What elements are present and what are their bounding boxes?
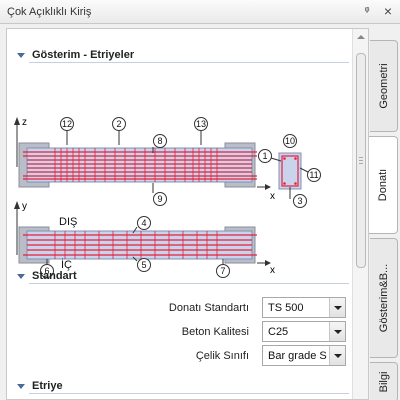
tab-bilgi[interactable]: Bilgi — [370, 362, 398, 400]
field-label: Çelik Sınıfı — [195, 350, 249, 362]
section-title-standart: Standart — [32, 270, 77, 282]
collapse-triangle-icon — [17, 52, 25, 58]
form-row-donati-standarti: Donatı Standartı TS 500 — [7, 297, 352, 319]
tab-label: Donatı — [377, 168, 389, 202]
form-row-beton-kalitesi: Beton Kalitesi C25 — [7, 321, 352, 343]
label-outside: DIŞ — [59, 216, 77, 228]
section-divider — [29, 393, 349, 394]
tab-label: Geometri — [377, 63, 390, 109]
collapse-triangle-icon — [17, 273, 25, 279]
beam-reinforcement-diagram: z x 12 2 13 8 9 10 1 11 3 y x DIŞ İÇ 4 5… — [14, 117, 321, 278]
section-title-etriye: Etriye — [32, 380, 63, 392]
donati-standarti-dropdown[interactable]: TS 500 — [262, 297, 346, 318]
scrollbar-grip-icon — [359, 157, 363, 164]
tab-label: Bilgi — [377, 371, 390, 393]
tab-geometri[interactable]: Geometri — [370, 40, 398, 132]
vertical-scrollbar[interactable] — [352, 29, 368, 399]
callout-label-12: 12 — [62, 119, 72, 129]
axis-x-label-top: x — [270, 191, 275, 202]
axis-y-label: y — [22, 201, 27, 212]
cross-section-drawing — [278, 152, 302, 199]
callout-label-9: 9 — [157, 194, 162, 204]
window-titlebar: Çok Açıklıklı Kiriş ᵠ × — [0, 0, 400, 24]
field-label: Beton Kalitesi — [181, 326, 249, 338]
collapse-triangle-icon — [17, 383, 25, 389]
section-header-etriye[interactable]: Etriye — [17, 378, 349, 394]
callout-label-3: 3 — [297, 196, 302, 206]
z-axis-arrow — [14, 117, 20, 125]
axis-x-label-plan: x — [270, 265, 275, 276]
dropdown-value: Bar grade S — [268, 350, 327, 362]
form-row-celik-sinifi: Çelik Sınıfı Bar grade S — [7, 345, 352, 367]
scrollbar-thumb[interactable] — [356, 53, 366, 268]
callout-label-7: 7 — [220, 266, 225, 276]
window-title: Çok Açıklıklı Kiriş — [7, 6, 92, 18]
callout-label-11: 11 — [309, 170, 318, 180]
callout-label-10: 10 — [285, 136, 295, 146]
celik-sinifi-dropdown[interactable]: Bar grade S — [262, 345, 346, 366]
tab-donati[interactable]: Donatı — [369, 136, 398, 234]
dropdown-arrow-icon[interactable] — [329, 346, 345, 365]
beton-kalitesi-dropdown[interactable]: C25 — [262, 321, 346, 342]
axis-z-label: z — [22, 117, 27, 128]
top-view-drawing: z x — [14, 117, 275, 202]
dropdown-arrow-icon[interactable] — [329, 298, 345, 317]
callout-label-13: 13 — [196, 119, 206, 129]
callout-label-4: 4 — [141, 218, 146, 228]
tab-gosterim[interactable]: Gösterim&B... — [370, 238, 398, 358]
callout-label-1: 1 — [262, 151, 267, 161]
scroll-up-arrow-icon[interactable] — [357, 35, 365, 39]
section-divider — [29, 283, 349, 284]
tab-label: Gösterim&B... — [377, 263, 390, 333]
properties-panel: Gösterim - Etriyeler z x 12 2 13 8 9 10 … — [6, 28, 369, 400]
callout-label-2: 2 — [116, 119, 121, 129]
dropdown-value: TS 500 — [268, 302, 304, 314]
dropdown-arrow-icon[interactable] — [329, 322, 345, 341]
pin-icon[interactable]: ᵠ — [360, 4, 374, 18]
callout-label-5: 5 — [141, 260, 146, 270]
field-label: Donatı Standartı — [168, 302, 249, 314]
close-icon[interactable]: × — [381, 4, 395, 18]
section-header-standart[interactable]: Standart — [17, 268, 349, 284]
callout-label-8: 8 — [157, 136, 162, 146]
vertical-tab-strip: Geometri Donatı Gösterim&B... Bilgi — [369, 36, 400, 400]
dropdown-value: C25 — [268, 326, 289, 338]
